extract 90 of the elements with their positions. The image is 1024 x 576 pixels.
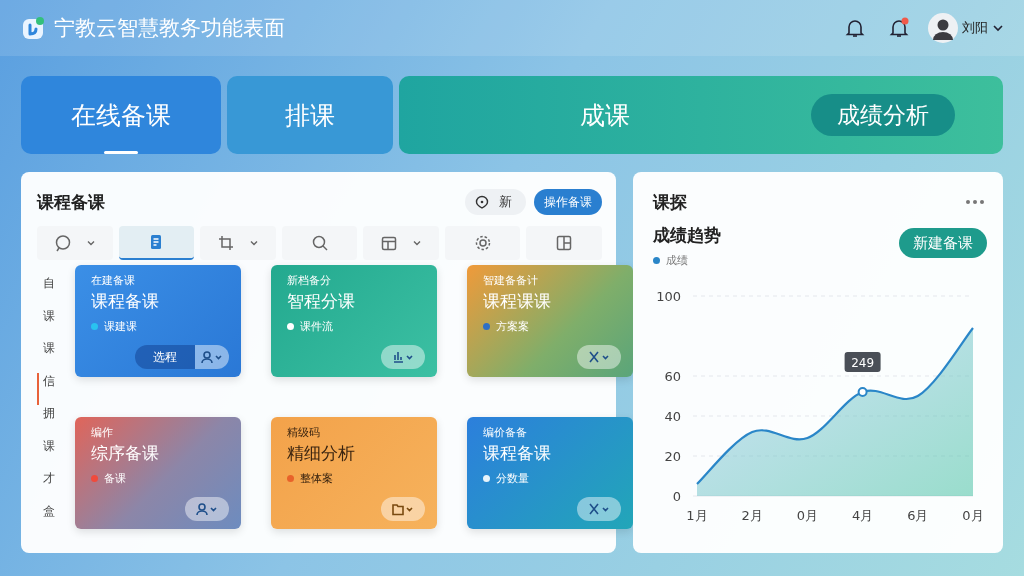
toolbar-button[interactable] <box>526 226 603 260</box>
row-label: 信 <box>37 372 55 405</box>
y-tick-label: 20 <box>664 449 681 464</box>
chevron-down-icon <box>248 238 259 248</box>
data-point <box>857 387 868 397</box>
tab[interactable]: 排课 <box>227 76 393 154</box>
y-tick-label: 60 <box>664 369 681 384</box>
panel-title: 课程备课 <box>37 190 105 214</box>
course-card[interactable]: 编作 综序备课 备课 <box>75 416 241 529</box>
card-menu-button[interactable] <box>577 345 621 369</box>
chevron-down-icon <box>412 238 423 248</box>
chevron-down-icon <box>992 22 1004 34</box>
new-lesson-button[interactable]: 新建备课 <box>899 228 987 258</box>
course-card[interactable]: 编价备备 课程备课 分数量 <box>467 416 633 529</box>
toolbar-button[interactable] <box>200 226 276 260</box>
x-tick-label: 4月 <box>851 508 874 523</box>
chart-title: 成绩趋势 <box>653 224 721 247</box>
card-menu-button[interactable] <box>577 496 621 521</box>
card-subtitle: 编价备备 <box>483 424 528 440</box>
prepare-button[interactable]: 操作备课 <box>534 189 602 215</box>
card-title: 课程课课 <box>483 290 552 313</box>
card-menu-button[interactable] <box>195 345 229 369</box>
chevron-down-icon <box>85 238 96 248</box>
row-label: 课 <box>42 340 55 357</box>
crop-icon <box>216 234 235 252</box>
card-menu-button[interactable] <box>381 496 425 521</box>
row-label: 自 <box>42 275 55 292</box>
legend-label: 成绩 <box>666 253 688 268</box>
x-tick-label: 1月 <box>686 508 708 523</box>
card-tag: 整体案 <box>300 470 333 486</box>
location-pin-icon <box>475 195 489 209</box>
person-icon <box>201 350 223 364</box>
x-tick-label: 0月 <box>962 508 983 523</box>
y-tick-label: 40 <box>664 409 681 424</box>
x-tick-label: 0月 <box>796 508 819 523</box>
analysis-tab[interactable]: 成绩分析 <box>811 94 955 136</box>
layout-icon <box>555 234 574 252</box>
card-title: 智程分课 <box>287 290 356 313</box>
card-tag: 课件流 <box>300 319 333 334</box>
card-subtitle: 智建备备计 <box>483 273 539 288</box>
new-button[interactable]: 新 <box>465 189 526 215</box>
card-subtitle: 编作 <box>91 424 114 440</box>
card-tag: 备课 <box>104 470 126 486</box>
folder-icon <box>392 501 414 516</box>
card-subtitle: 精级码 <box>287 424 321 440</box>
card-menu-button[interactable] <box>381 345 425 369</box>
row-label: 课 <box>42 437 55 455</box>
tab[interactable]: 成课 <box>399 76 811 154</box>
logo-icon <box>22 16 46 40</box>
search-icon <box>310 234 329 252</box>
person-icon <box>196 501 218 516</box>
course-card[interactable]: 智建备备计 课程课课 方案案 <box>467 265 633 377</box>
avatar-icon <box>928 13 958 43</box>
value-tooltip: 249 <box>844 352 881 372</box>
card-title: 课程备课 <box>91 290 160 313</box>
card-tag: 分数量 <box>496 470 529 486</box>
course-card[interactable]: 在建备课 课程备课 课建课 选程 <box>75 265 241 377</box>
x-tick-label: 6月 <box>907 508 929 523</box>
card-menu-button[interactable] <box>185 496 229 521</box>
course-card[interactable]: 新档备分 智程分课 课件流 <box>271 265 437 377</box>
card-title: 课程备课 <box>483 441 552 465</box>
card-title: 精细分析 <box>287 441 356 465</box>
row-label: 盒 <box>42 502 55 520</box>
course-card[interactable]: 精级码 精细分析 整体案 <box>271 416 437 529</box>
y-tick-label: 100 <box>656 289 681 304</box>
toolbar-button[interactable] <box>444 226 521 260</box>
card-tag: 课建课 <box>104 319 137 334</box>
card-subtitle: 新档备分 <box>287 273 332 288</box>
tab[interactable]: 在线备课 <box>21 76 221 154</box>
y-tick-label: 0 <box>672 489 681 504</box>
more-icon[interactable] <box>963 197 987 207</box>
card-tag: 方案案 <box>496 319 529 334</box>
row-label: 才 <box>42 470 55 487</box>
card-action-button[interactable]: 选程 <box>135 345 195 369</box>
x-tick-label: 2月 <box>741 508 763 523</box>
toolbar-button[interactable] <box>37 226 113 260</box>
app-title: 宁教云智慧教务功能表面 <box>54 15 285 42</box>
row-label: 拥 <box>42 405 55 422</box>
panel-title: 课探 <box>653 190 687 214</box>
chat-icon <box>53 234 72 252</box>
toolbar-button[interactable] <box>363 226 439 260</box>
user-menu[interactable]: 刘阳 <box>928 13 1004 43</box>
card-subtitle: 在建备课 <box>91 273 136 288</box>
gear-icon <box>473 234 492 252</box>
row-label: 课 <box>42 307 55 325</box>
toolbar-button[interactable] <box>118 226 195 260</box>
annotation: 249 <box>851 356 875 370</box>
chart-icon <box>392 350 414 364</box>
card-title: 综序备课 <box>91 441 160 465</box>
toolbar-button[interactable] <box>281 226 358 260</box>
